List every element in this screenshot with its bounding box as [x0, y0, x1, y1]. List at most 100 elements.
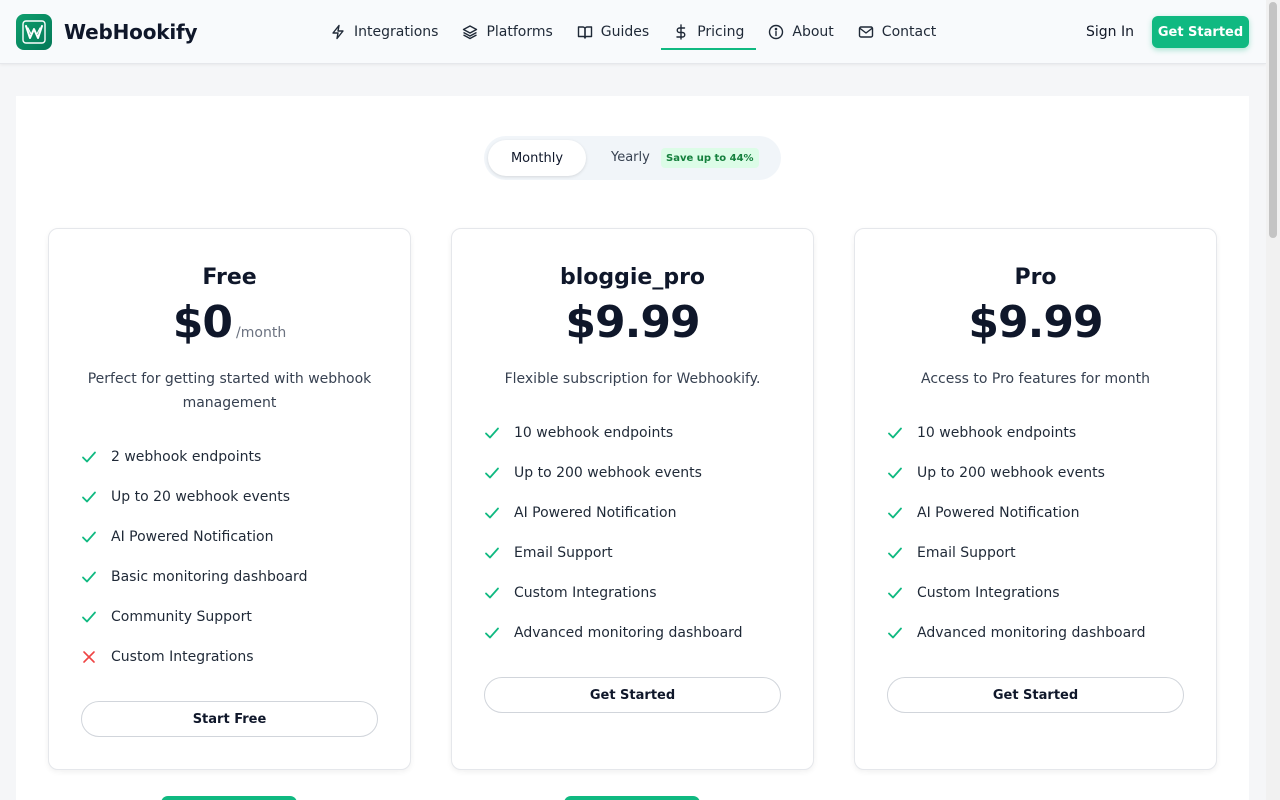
- feature-item: Advanced monitoring dashboard: [484, 613, 793, 653]
- feature-text: Community Support: [111, 609, 252, 625]
- check-icon: [887, 585, 903, 601]
- check-icon: [484, 625, 500, 641]
- feature-item: AI Powered Notification: [81, 517, 390, 557]
- nav-label: Integrations: [354, 24, 439, 40]
- feature-text: AI Powered Notification: [917, 505, 1080, 521]
- nav-label: About: [792, 24, 834, 40]
- feature-item: AI Powered Notification: [887, 493, 1196, 533]
- check-icon: [81, 489, 97, 505]
- info-icon: [768, 24, 784, 40]
- feature-text: 10 webhook endpoints: [917, 425, 1077, 441]
- main-nav: Integrations Platforms Guides Pricing Ab…: [318, 0, 948, 64]
- feature-text: AI Powered Notification: [111, 529, 274, 545]
- scrollbar-thumb[interactable]: [1269, 2, 1277, 238]
- nav-pricing[interactable]: Pricing: [661, 0, 757, 64]
- feature-item: Basic monitoring dashboard: [81, 557, 390, 597]
- get-started-button[interactable]: Get Started: [1152, 16, 1249, 48]
- price-value: $0: [172, 297, 233, 348]
- feature-item: Up to 200 webhook events: [484, 453, 793, 493]
- get-started-plan-button[interactable]: Get Started: [484, 677, 781, 713]
- price-value: $9.99: [968, 297, 1103, 348]
- check-icon: [81, 569, 97, 585]
- webhookify-logo-icon[interactable]: [16, 14, 52, 50]
- feature-text: Custom Integrations: [917, 585, 1060, 601]
- site-header: WebHookify Integrations Platforms Guides…: [0, 0, 1266, 64]
- start-free-button[interactable]: Start Free: [81, 701, 378, 737]
- cutoff-green-button[interactable]: [161, 796, 297, 800]
- cutoff-green-button[interactable]: [564, 796, 700, 800]
- nav-integrations[interactable]: Integrations: [318, 0, 450, 64]
- get-started-plan-button[interactable]: Get Started: [887, 677, 1184, 713]
- nav-label: Contact: [881, 24, 937, 40]
- plan-description: Flexible subscription for Webhookify.: [504, 371, 761, 387]
- layers-icon: [462, 24, 478, 40]
- brand-name[interactable]: WebHookify: [64, 20, 198, 44]
- nav-label: Guides: [600, 24, 650, 40]
- plan-price: $0/month: [49, 297, 410, 348]
- check-icon: [887, 505, 903, 521]
- nav-about[interactable]: About: [756, 0, 845, 64]
- book-icon: [577, 24, 593, 40]
- feature-item: Custom Integrations: [484, 573, 793, 613]
- cross-icon: [81, 649, 97, 665]
- plan-price: $9.99: [855, 297, 1216, 348]
- feature-text: Custom Integrations: [514, 585, 657, 601]
- feature-item: 10 webhook endpoints: [484, 413, 793, 453]
- plan-description: Perfect for getting started with webhook…: [87, 371, 372, 411]
- feature-list: 10 webhook endpoints Up to 200 webhook e…: [484, 413, 793, 653]
- check-icon: [484, 505, 500, 521]
- feature-list: 10 webhook endpoints Up to 200 webhook e…: [887, 413, 1196, 653]
- plan-card-free: Free $0/month Perfect for getting starte…: [48, 228, 411, 770]
- check-icon: [484, 585, 500, 601]
- feature-item: AI Powered Notification: [484, 493, 793, 533]
- check-icon: [887, 545, 903, 561]
- check-icon: [484, 425, 500, 441]
- feature-text: Custom Integrations: [111, 649, 254, 665]
- check-icon: [81, 609, 97, 625]
- plan-title: Pro: [1014, 265, 1057, 290]
- lightning-icon: [330, 24, 346, 40]
- nav-label: Pricing: [697, 24, 745, 40]
- feature-item: Email Support: [887, 533, 1196, 573]
- feature-text: Advanced monitoring dashboard: [917, 625, 1146, 641]
- save-badge: Save up to 44%: [661, 148, 759, 168]
- sign-in-link[interactable]: Sign In: [1086, 24, 1134, 40]
- feature-text: AI Powered Notification: [514, 505, 677, 521]
- feature-text: Basic monitoring dashboard: [111, 569, 308, 585]
- feature-text: Email Support: [917, 545, 1016, 561]
- check-icon: [81, 529, 97, 545]
- billing-monthly-option[interactable]: Monthly: [488, 140, 586, 176]
- plan-price: $9.99: [452, 297, 813, 348]
- price-period: /month: [236, 325, 287, 341]
- plan-card-bloggie-pro: bloggie_pro $9.99 Flexible subscription …: [451, 228, 814, 770]
- page-scrollbar[interactable]: [1266, 0, 1280, 800]
- check-icon: [81, 449, 97, 465]
- plan-card-pro: Pro $9.99 Access to Pro features for mon…: [854, 228, 1217, 770]
- feature-text: Up to 20 webhook events: [111, 489, 291, 505]
- feature-text: 10 webhook endpoints: [514, 425, 674, 441]
- feature-text: Up to 200 webhook events: [917, 465, 1105, 481]
- feature-item: Custom Integrations: [81, 637, 390, 677]
- check-icon: [484, 465, 500, 481]
- nav-guides[interactable]: Guides: [565, 0, 661, 64]
- dollar-icon: [673, 24, 689, 40]
- billing-toggle: Monthly Yearly Save up to 44%: [484, 136, 781, 180]
- nav-contact[interactable]: Contact: [846, 0, 948, 64]
- check-icon: [887, 625, 903, 641]
- nav-label: Platforms: [486, 24, 553, 40]
- feature-item: Custom Integrations: [887, 573, 1196, 613]
- feature-item: Up to 20 webhook events: [81, 477, 390, 517]
- feature-item: Up to 200 webhook events: [887, 453, 1196, 493]
- feature-text: Email Support: [514, 545, 613, 561]
- billing-yearly-option[interactable]: Yearly: [611, 150, 650, 165]
- feature-text: Up to 200 webhook events: [514, 465, 702, 481]
- plan-title: bloggie_pro: [559, 265, 706, 290]
- check-icon: [484, 545, 500, 561]
- feature-list: 2 webhook endpoints Up to 20 webhook eve…: [81, 437, 390, 677]
- feature-item: Email Support: [484, 533, 793, 573]
- feature-text: 2 webhook endpoints: [111, 449, 262, 465]
- feature-item: 2 webhook endpoints: [81, 437, 390, 477]
- feature-item: Advanced monitoring dashboard: [887, 613, 1196, 653]
- nav-platforms[interactable]: Platforms: [450, 0, 564, 64]
- feature-item: Community Support: [81, 597, 390, 637]
